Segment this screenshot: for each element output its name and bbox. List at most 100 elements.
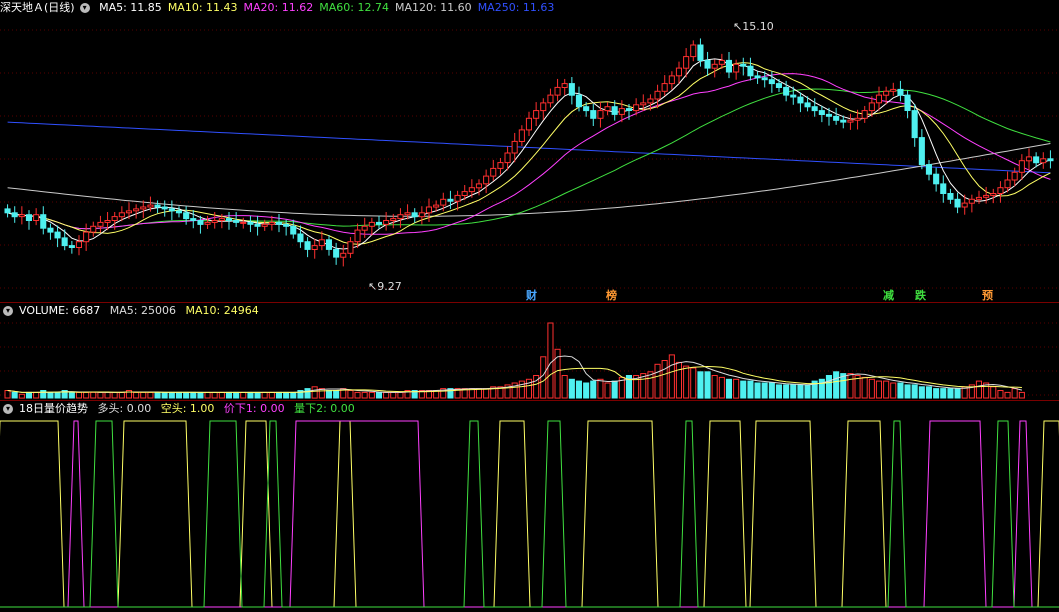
candle-body: [711, 63, 718, 69]
event-marker-cai[interactable]: 财: [526, 287, 537, 303]
event-marker-bang[interactable]: 榜: [606, 287, 617, 303]
volume-bar: [18, 393, 25, 399]
candle-body: [83, 231, 90, 243]
volume-bar: [804, 384, 811, 399]
candle-body: [218, 218, 225, 222]
candle-body: [983, 194, 990, 198]
candle-body: [940, 183, 947, 194]
high-price-value: 15.10: [742, 20, 774, 33]
candle-body: [533, 110, 540, 119]
volume-bar: [333, 390, 340, 399]
candle-body: [197, 220, 204, 225]
stock-name[interactable]: 深天地Ａ(日线): [0, 1, 75, 14]
event-marker-yu[interactable]: 预: [982, 287, 993, 303]
volume-bar: [861, 376, 868, 399]
volume-bar: [275, 391, 282, 399]
volume-bar: [704, 371, 711, 399]
candle-body: [611, 106, 618, 115]
volume-bar: [161, 391, 168, 399]
candle-body: [525, 117, 533, 131]
volume-bar: [475, 388, 482, 399]
indicator-legend: ▾ 18日量价趋势 多头: 0.00 空头: 1.00 价下1: 0.00 量下2…: [0, 401, 361, 417]
candle-body: [975, 196, 983, 200]
candle-body: [268, 221, 275, 225]
candle-body: [1033, 156, 1040, 164]
candle-body: [361, 225, 368, 231]
volume-bar: [947, 388, 954, 399]
candle-body: [590, 110, 597, 119]
volume-bar: [925, 386, 933, 399]
candle-body: [404, 212, 411, 216]
volume-bar: [268, 391, 275, 399]
volume-bar: [940, 388, 947, 399]
candle-body: [668, 75, 675, 85]
candle-body: [911, 110, 918, 139]
indicator-pane[interactable]: ▾ 18日量价趋势 多头: 0.00 空头: 1.00 价下1: 0.00 量下2…: [0, 401, 1059, 612]
candle-body: [4, 208, 11, 214]
price-pane[interactable]: 深天地Ａ(日线) ▾ MA5: 11.85 MA10: 11.43 MA20: 11.…: [0, 0, 1059, 302]
candle-body: [440, 198, 447, 206]
chevron-down-icon[interactable]: ▾: [3, 306, 13, 316]
candle-body: [225, 218, 232, 222]
ma-legend-item: MA60: 12.74: [319, 1, 389, 14]
volume-bar: [775, 384, 783, 399]
volume-bar: [347, 390, 354, 399]
candle-body: [383, 220, 390, 225]
candle-body: [33, 214, 40, 221]
volume-bar: [783, 384, 790, 399]
volume-bar: [733, 378, 740, 399]
volume-bar: [847, 373, 854, 399]
candle-body: [368, 221, 375, 227]
volume-bar: [68, 391, 75, 399]
volume-bar: [797, 384, 804, 399]
candle-body: [54, 231, 61, 239]
volume-bar: [654, 363, 661, 399]
price-legend: 深天地Ａ(日线) ▾ MA5: 11.85 MA10: 11.43 MA20: 11.…: [0, 0, 566, 16]
candle-body: [490, 167, 497, 177]
candle-body: [633, 104, 640, 112]
volume-bar: [325, 390, 332, 399]
volume-bar: [725, 378, 733, 399]
candle-body: [104, 220, 111, 223]
candle-body: [847, 119, 854, 123]
candle-body: [1047, 158, 1054, 162]
candle-body: [190, 218, 197, 222]
volume-pane[interactable]: ▾ VOLUME: 6687 MA5: 25006 MA10: 24964: [0, 303, 1059, 400]
candle-body: [147, 204, 154, 208]
candle-body: [961, 202, 968, 208]
volume-bar: [25, 391, 32, 399]
candle-body: [704, 59, 711, 69]
price-chart[interactable]: [0, 0, 1059, 302]
candle-body: [411, 212, 418, 218]
ma-legend-item: MA20: 11.62: [243, 1, 314, 14]
chevron-down-icon[interactable]: ▾: [79, 3, 90, 13]
candle-body: [861, 110, 868, 119]
volume-bar: [304, 388, 311, 399]
candle-body: [254, 223, 261, 227]
volume-bar: [747, 380, 754, 399]
volume-bar: [697, 371, 704, 399]
volume-bar: [375, 391, 382, 399]
indicator-jiaxia: 价下1: 0.00: [223, 402, 285, 415]
candle-body: [475, 183, 482, 189]
chevron-down-icon[interactable]: ▾: [3, 404, 13, 414]
volume-bar: [668, 354, 675, 399]
volume-bar: [197, 391, 204, 399]
volume-bar: [4, 390, 11, 399]
candle-body: [683, 56, 690, 69]
candle-body: [604, 106, 611, 112]
candle-body: [111, 216, 118, 222]
candle-body: [204, 221, 211, 225]
indicator-chart[interactable]: [0, 401, 1059, 612]
candle-body: [68, 245, 75, 249]
candle-body: [661, 83, 668, 92]
event-marker-jian[interactable]: 减: [883, 287, 894, 303]
volume-bar: [83, 391, 90, 399]
event-marker-die[interactable]: 跌: [915, 287, 926, 303]
candle-body: [754, 75, 761, 79]
volume-bar: [204, 391, 211, 399]
candle-body: [447, 198, 454, 202]
candle-body: [875, 94, 883, 104]
candle-body: [418, 212, 425, 218]
volume-bar: [168, 391, 175, 399]
